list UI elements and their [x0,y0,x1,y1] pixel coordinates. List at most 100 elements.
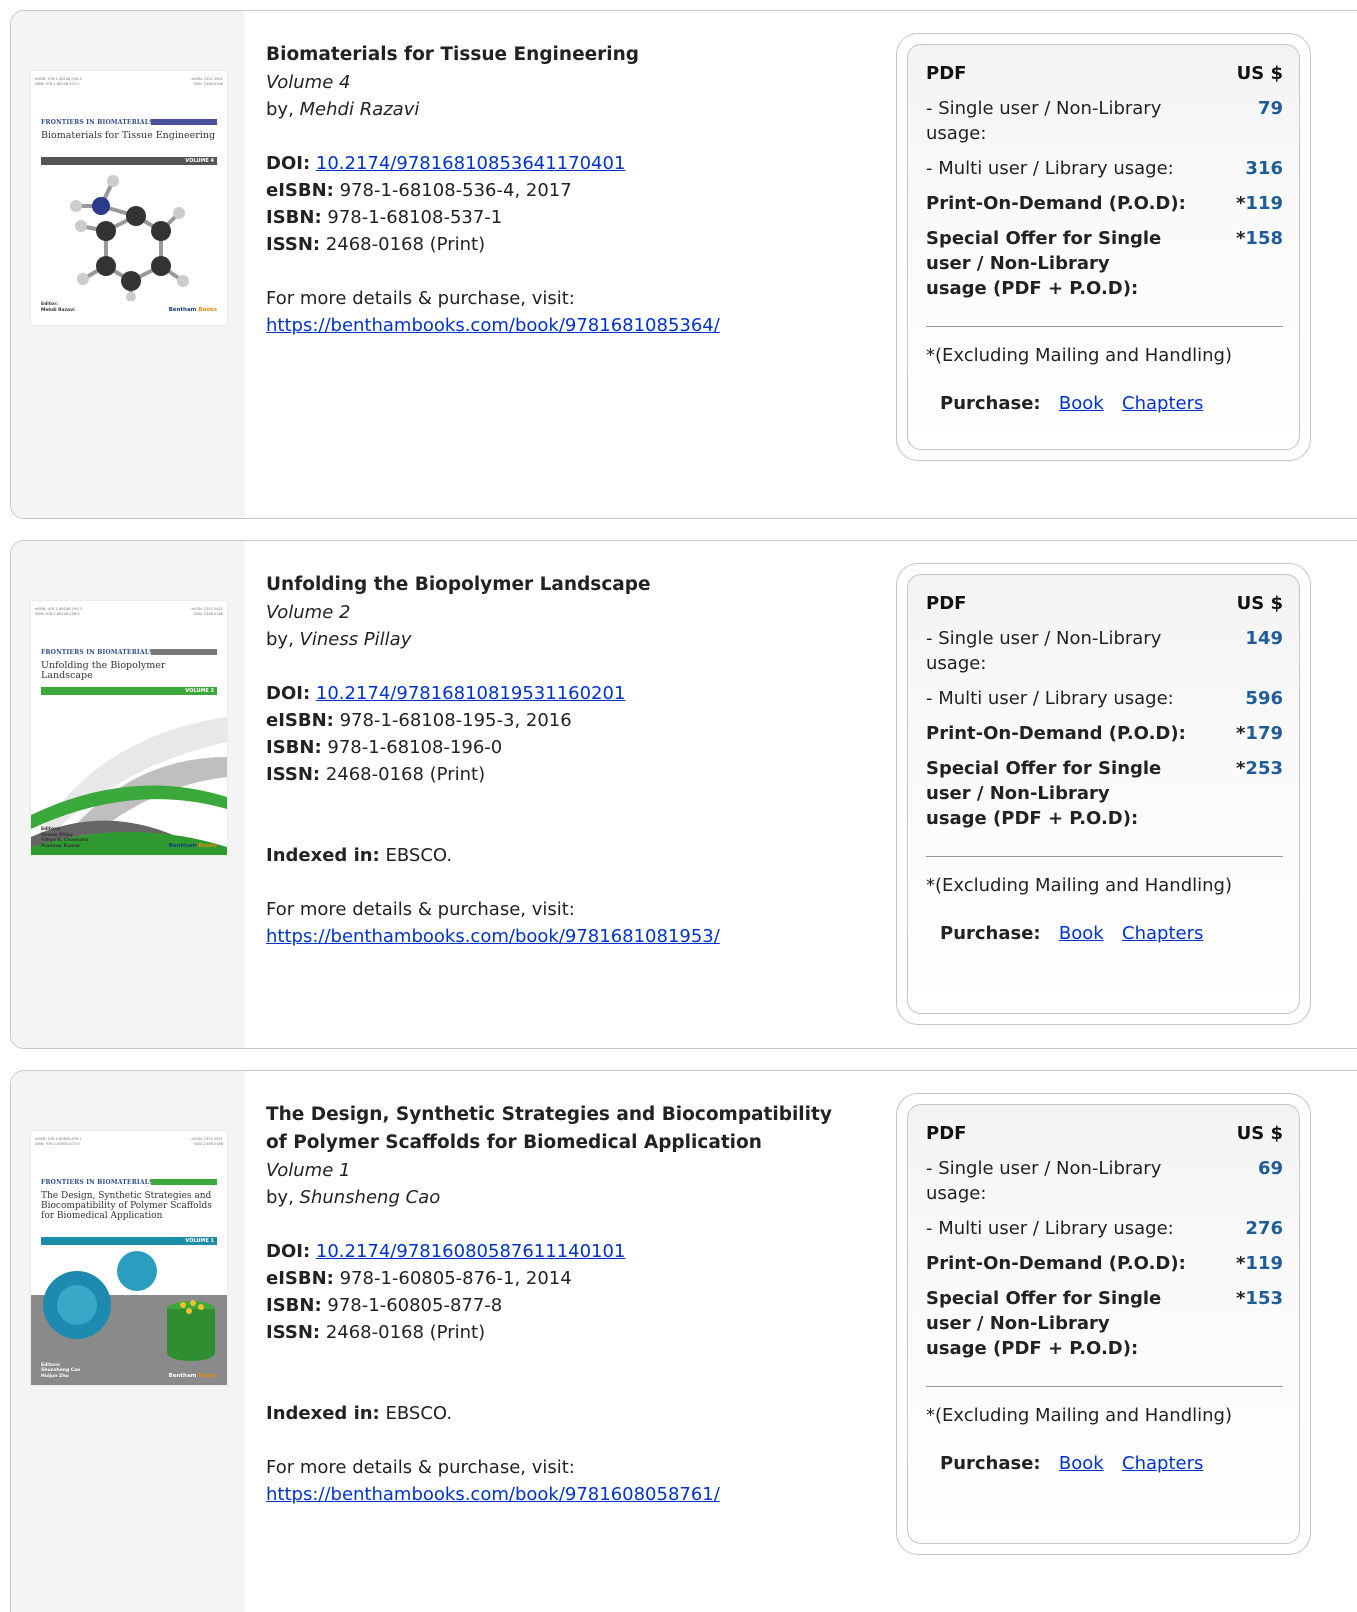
book-card: eISBN: 978-1-60805-876-1 ISBN: 978-1-608… [10,1070,1357,1612]
pod-row: Print-On-Demand (P.O.D): *119 [926,191,1283,226]
eisbn-line: eISBN: 978-1-60805-876-1, 2014 [266,1265,856,1292]
currency-header: US $ [1236,593,1283,614]
isbn-value: 978-1-68108-196-0 [327,737,503,758]
indexed-line: Indexed in: EBSCO. [266,842,866,869]
purchase-line: Purchase: Book Chapters [940,923,1203,944]
molecule-illustration [70,175,189,301]
cover-editors-names: Shunsheng Cao Huijun Zhu [41,1368,81,1379]
multi-user-price: 276 [1245,1218,1283,1239]
book-url-link[interactable]: https://benthambooks.com/book/9781681085… [266,315,720,336]
multi-user-row: - Multi user / Library usage: 276 [926,1216,1283,1251]
cover-isbn: eISBN: 978-1-68108-195-3 ISBN: 978-1-681… [35,607,82,616]
issn-line: ISSN: 2468-0168 (Print) [266,761,866,788]
price-table: PDF US $ - Single user / Non-Library usa… [926,61,1283,301]
cover-publisher: Bentham Books [169,1373,217,1379]
cover-series-bar [151,649,217,655]
issn-line: ISSN: 2468-0168 (Print) [266,1319,856,1346]
book-title[interactable]: The Design, Synthetic Strategies and Bio… [266,1101,856,1157]
offer-price: *158 [1223,226,1283,251]
pdf-header: PDF [926,63,967,84]
issn-label: ISSN: [266,1322,321,1343]
single-user-price: 79 [1257,98,1283,119]
book-author: by, Viness Pillay [266,626,866,653]
cover-publisher: Bentham Books [169,843,217,849]
single-user-price: 149 [1245,628,1283,649]
offer-price: *153 [1223,1286,1283,1311]
book-title[interactable]: Biomaterials for Tissue Engineering [266,41,866,69]
cover-title: Unfolding the Biopolymer Landscape [41,660,166,681]
issn-value: 2468-0168 (Print) [325,764,486,785]
book-volume: Volume 1 [266,1160,351,1181]
book-url-link[interactable]: https://benthambooks.com/book/9781608058… [266,1484,720,1505]
issn-label: ISSN: [266,234,321,255]
offer-label: Special Offer for Single user / Non-Libr… [926,758,1162,829]
asterisk: * [1236,1253,1246,1274]
book-cover-image[interactable]: eISBN: 978-1-68108-195-3 ISBN: 978-1-681… [31,601,227,855]
eisbn-value: 978-1-60805-876-1, 2014 [339,1268,572,1289]
book-card: eISBN: 978-1-68108-536-4 ISBN: 978-1-681… [10,10,1357,519]
purchase-book-link[interactable]: Book [1059,393,1104,414]
price-header-row: PDF US $ [926,61,1283,96]
eisbn-line: eISBN: 978-1-68108-536-4, 2017 [266,177,866,204]
cover-editors: Editors: Shunsheng Cao Huijun Zhu [41,1363,80,1380]
asterisk: * [1236,193,1246,214]
purchase-book-link[interactable]: Book [1059,1453,1104,1474]
single-user-label: - Single user / Non-Library usage: [926,98,1162,144]
cover-isbn-block: eISBN: 978-1-60805-876-1 ISBN: 978-1-608… [35,1137,223,1146]
purchase-chapters-link[interactable]: Chapters [1122,923,1203,944]
pod-price-value: 119 [1245,1253,1283,1274]
pod-price: *179 [1223,721,1283,746]
details-text: For more details & purchase, visit: [266,288,575,309]
single-user-label: - Single user / Non-Library usage: [926,1158,1162,1204]
book-info: Unfolding the Biopolymer Landscape Volum… [266,571,866,950]
book-cover-image[interactable]: eISBN: 978-1-60805-876-1 ISBN: 978-1-608… [31,1131,227,1385]
publisher-name: Bentham [168,307,197,313]
purchase-chapters-link[interactable]: Chapters [1122,1453,1203,1474]
book-card: eISBN: 978-1-68108-195-3 ISBN: 978-1-681… [10,540,1357,1049]
eisbn-value: 978-1-68108-195-3, 2016 [339,710,572,731]
book-cover-image[interactable]: eISBN: 978-1-68108-536-4 ISBN: 978-1-681… [31,71,227,325]
book-title[interactable]: Unfolding the Biopolymer Landscape [266,571,866,599]
doi-label: DOI: [266,683,311,704]
by-prefix: by, [266,1187,300,1208]
purchase-label: Purchase: [940,393,1041,414]
cover-series: FRONTIERS IN BIOMATERIALS [41,649,154,656]
cover-title: Biomaterials for Tissue Engineering [41,130,216,141]
issn-value: 2468-0168 (Print) [325,1322,486,1343]
cover-issn: eISSN: 2352-3921 ISSN: 2468-0168 [191,1137,223,1146]
doi-link[interactable]: 10.2174/97816810819531160201 [316,683,626,704]
doi-link[interactable]: 10.2174/97816080587611140101 [316,1241,626,1262]
multi-user-label: - Multi user / Library usage: [926,158,1174,179]
single-user-label: - Single user / Non-Library usage: [926,628,1162,674]
pod-price: *119 [1223,191,1283,216]
issn-line: ISSN: 2468-0168 (Print) [266,231,866,258]
price-header-row: PDF US $ [926,591,1283,626]
isbn-label: ISBN: [266,1295,322,1316]
cover-isbn-block: eISBN: 978-1-68108-536-4 ISBN: 978-1-681… [35,77,223,86]
purchase-book-link[interactable]: Book [1059,923,1104,944]
excluding-note: *(Excluding Mailing and Handling) [926,345,1232,366]
offer-row: Special Offer for Single user / Non-Libr… [926,1286,1283,1361]
book-author: by, Shunsheng Cao [266,1184,856,1211]
eisbn-line: eISBN: 978-1-68108-195-3, 2016 [266,707,866,734]
purchase-chapters-link[interactable]: Chapters [1122,393,1203,414]
doi-link[interactable]: 10.2174/97816810853641170401 [316,153,626,174]
doi-line: DOI: 10.2174/97816810819531160201 [266,680,866,707]
isbn-value: 978-1-60805-877-8 [327,1295,503,1316]
price-box: PDF US $ - Single user / Non-Library usa… [896,33,1311,461]
cover-column: eISBN: 978-1-60805-876-1 ISBN: 978-1-608… [11,1071,245,1612]
price-divider [926,326,1283,327]
book-url-link[interactable]: https://benthambooks.com/book/9781681081… [266,926,720,947]
pod-row: Print-On-Demand (P.O.D): *119 [926,1251,1283,1286]
doi-line: DOI: 10.2174/97816080587611140101 [266,1238,856,1265]
by-prefix: by, [266,99,300,120]
isbn-line: ISBN: 978-1-68108-537-1 [266,204,866,231]
multi-user-label: - Multi user / Library usage: [926,1218,1174,1239]
indexed-label: Indexed in: [266,1403,380,1424]
indexed-value: EBSCO. [379,845,453,866]
eisbn-label: eISBN: [266,1268,334,1289]
cover-series-bar [151,1179,217,1185]
author-name: Mehdi Razavi [299,99,420,120]
isbn-value: 978-1-68108-537-1 [327,207,503,228]
offer-price-value: 153 [1245,1288,1283,1309]
